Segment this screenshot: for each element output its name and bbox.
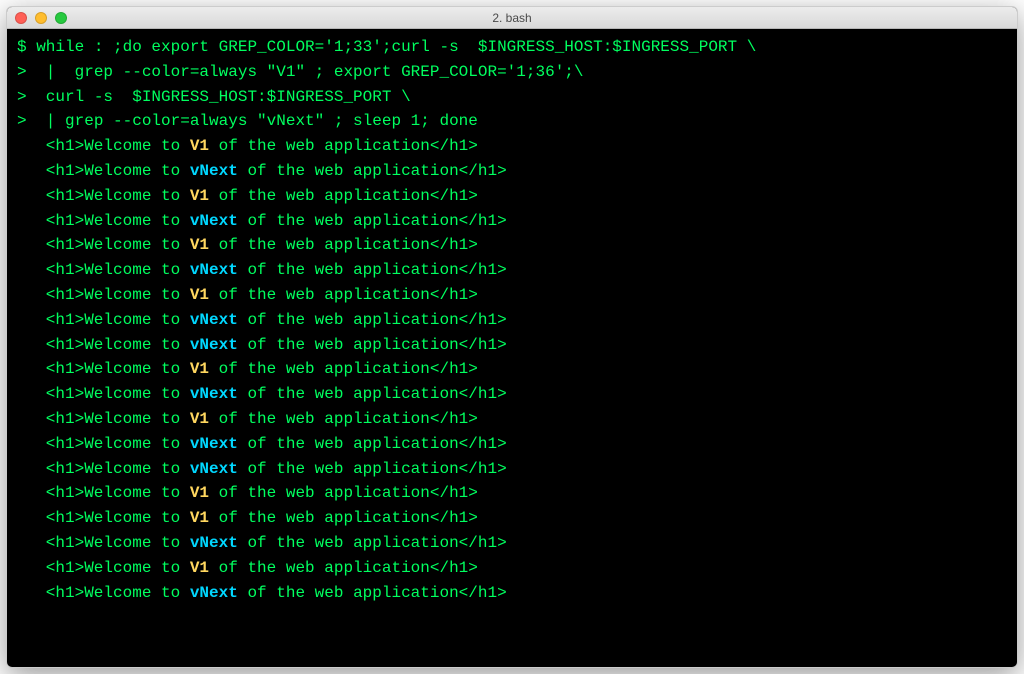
- output-pre: <h1>Welcome to: [46, 336, 190, 354]
- output-post: of the web application</h1>: [238, 212, 507, 230]
- output-post: of the web application</h1>: [209, 137, 478, 155]
- highlight-v1: V1: [190, 236, 209, 254]
- output-post: of the web application</h1>: [238, 385, 507, 403]
- output-pre: <h1>Welcome to: [46, 286, 190, 304]
- output-post: of the web application</h1>: [238, 584, 507, 602]
- output-post: of the web application</h1>: [209, 484, 478, 502]
- highlight-v1: V1: [190, 484, 209, 502]
- output-post: of the web application</h1>: [238, 336, 507, 354]
- output-pre: <h1>Welcome to: [46, 484, 190, 502]
- output-line: <h1>Welcome to V1 of the web application…: [17, 357, 1007, 382]
- output-post: of the web application</h1>: [238, 435, 507, 453]
- highlight-vnext: vNext: [190, 435, 238, 453]
- output-pre: <h1>Welcome to: [46, 385, 190, 403]
- highlight-vnext: vNext: [190, 212, 238, 230]
- output-line: <h1>Welcome to vNext of the web applicat…: [17, 159, 1007, 184]
- highlight-vnext: vNext: [190, 534, 238, 552]
- highlight-v1: V1: [190, 187, 209, 205]
- output-line: <h1>Welcome to vNext of the web applicat…: [17, 382, 1007, 407]
- highlight-v1: V1: [190, 360, 209, 378]
- highlight-v1: V1: [190, 137, 209, 155]
- prompt-line: > | grep --color=always "V1" ; export GR…: [17, 60, 1007, 85]
- output-line: <h1>Welcome to V1 of the web application…: [17, 556, 1007, 581]
- output-pre: <h1>Welcome to: [46, 559, 190, 577]
- output-post: of the web application</h1>: [209, 187, 478, 205]
- output-pre: <h1>Welcome to: [46, 435, 190, 453]
- output-line: <h1>Welcome to V1 of the web application…: [17, 481, 1007, 506]
- output-pre: <h1>Welcome to: [46, 162, 190, 180]
- highlight-v1: V1: [190, 410, 209, 428]
- output-post: of the web application</h1>: [209, 360, 478, 378]
- output-line: <h1>Welcome to vNext of the web applicat…: [17, 333, 1007, 358]
- output-line: <h1>Welcome to V1 of the web application…: [17, 506, 1007, 531]
- output-line: <h1>Welcome to vNext of the web applicat…: [17, 258, 1007, 283]
- highlight-v1: V1: [190, 509, 209, 527]
- output-pre: <h1>Welcome to: [46, 509, 190, 527]
- highlight-vnext: vNext: [190, 261, 238, 279]
- output-line: <h1>Welcome to V1 of the web application…: [17, 233, 1007, 258]
- output-post: of the web application</h1>: [209, 286, 478, 304]
- output-line: <h1>Welcome to V1 of the web application…: [17, 283, 1007, 308]
- output-line: <h1>Welcome to vNext of the web applicat…: [17, 209, 1007, 234]
- highlight-vnext: vNext: [190, 385, 238, 403]
- terminal-window: 2. bash $ while : ;do export GREP_COLOR=…: [6, 6, 1018, 668]
- output-post: of the web application</h1>: [238, 162, 507, 180]
- window-title: 2. bash: [7, 11, 1017, 25]
- output-pre: <h1>Welcome to: [46, 311, 190, 329]
- highlight-vnext: vNext: [190, 584, 238, 602]
- highlight-v1: V1: [190, 559, 209, 577]
- output-post: of the web application</h1>: [238, 311, 507, 329]
- terminal-output[interactable]: $ while : ;do export GREP_COLOR='1;33';c…: [7, 29, 1017, 667]
- output-post: of the web application</h1>: [238, 534, 507, 552]
- output-pre: <h1>Welcome to: [46, 261, 190, 279]
- output-line: <h1>Welcome to vNext of the web applicat…: [17, 308, 1007, 333]
- output-line: <h1>Welcome to vNext of the web applicat…: [17, 531, 1007, 556]
- titlebar: 2. bash: [7, 7, 1017, 29]
- output-post: of the web application</h1>: [209, 559, 478, 577]
- output-line: <h1>Welcome to vNext of the web applicat…: [17, 581, 1007, 606]
- output-line: <h1>Welcome to vNext of the web applicat…: [17, 432, 1007, 457]
- output-line: <h1>Welcome to V1 of the web application…: [17, 407, 1007, 432]
- output-post: of the web application</h1>: [209, 236, 478, 254]
- output-pre: <h1>Welcome to: [46, 187, 190, 205]
- output-pre: <h1>Welcome to: [46, 410, 190, 428]
- output-post: of the web application</h1>: [209, 410, 478, 428]
- highlight-vnext: vNext: [190, 311, 238, 329]
- output-pre: <h1>Welcome to: [46, 460, 190, 478]
- output-post: of the web application</h1>: [238, 460, 507, 478]
- output-pre: <h1>Welcome to: [46, 584, 190, 602]
- output-pre: <h1>Welcome to: [46, 236, 190, 254]
- output-line: <h1>Welcome to V1 of the web application…: [17, 184, 1007, 209]
- output-pre: <h1>Welcome to: [46, 534, 190, 552]
- output-pre: <h1>Welcome to: [46, 137, 190, 155]
- prompt-line: > curl -s $INGRESS_HOST:$INGRESS_PORT \: [17, 85, 1007, 110]
- output-line: <h1>Welcome to V1 of the web application…: [17, 134, 1007, 159]
- output-post: of the web application</h1>: [238, 261, 507, 279]
- prompt-line: > | grep --color=always "vNext" ; sleep …: [17, 109, 1007, 134]
- highlight-vnext: vNext: [190, 162, 238, 180]
- output-post: of the web application</h1>: [209, 509, 478, 527]
- prompt-line: $ while : ;do export GREP_COLOR='1;33';c…: [17, 35, 1007, 60]
- highlight-vnext: vNext: [190, 460, 238, 478]
- highlight-vnext: vNext: [190, 336, 238, 354]
- output-pre: <h1>Welcome to: [46, 212, 190, 230]
- highlight-v1: V1: [190, 286, 209, 304]
- output-line: <h1>Welcome to vNext of the web applicat…: [17, 457, 1007, 482]
- output-pre: <h1>Welcome to: [46, 360, 190, 378]
